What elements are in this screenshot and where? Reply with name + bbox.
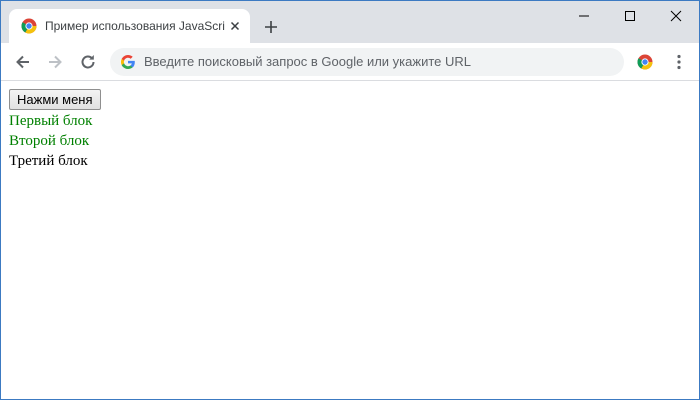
second-block: Второй блок [9,133,90,149]
arrow-left-icon[interactable] [13,52,33,72]
browser-tab[interactable]: Пример использования JavaScript [9,9,250,43]
click-me-button[interactable]: Нажми меня [9,89,101,110]
kebab-menu-icon[interactable] [671,53,687,71]
third-block: Третий блок [9,153,88,169]
browser-window: Пример использования JavaScript Введите … [0,0,700,400]
minimize-icon [579,15,589,17]
plus-icon[interactable] [261,17,281,37]
minimize-button[interactable] [561,1,607,31]
tab-title: Пример использования JavaScript [45,19,225,33]
address-bar-placeholder: Введите поисковый запрос в Google или ук… [144,54,471,69]
page-content: Нажми меня Первый блок Второй блок Трети… [1,82,699,399]
tab-strip: Пример использования JavaScript [1,1,699,43]
window-close-button[interactable] [653,1,699,31]
chrome-extension-icon[interactable] [637,54,653,70]
reload-icon[interactable] [78,52,98,72]
browser-toolbar: Введите поисковый запрос в Google или ук… [1,43,699,81]
google-g-icon [120,55,135,69]
address-bar[interactable]: Введите поисковый запрос в Google или ук… [110,48,624,76]
close-icon [670,10,682,22]
maximize-icon [625,11,635,21]
close-icon[interactable] [227,18,243,34]
chrome-favicon-icon [21,18,37,34]
maximize-button[interactable] [607,1,653,31]
first-block: Первый блок [9,113,93,129]
arrow-right-icon[interactable] [45,52,65,72]
